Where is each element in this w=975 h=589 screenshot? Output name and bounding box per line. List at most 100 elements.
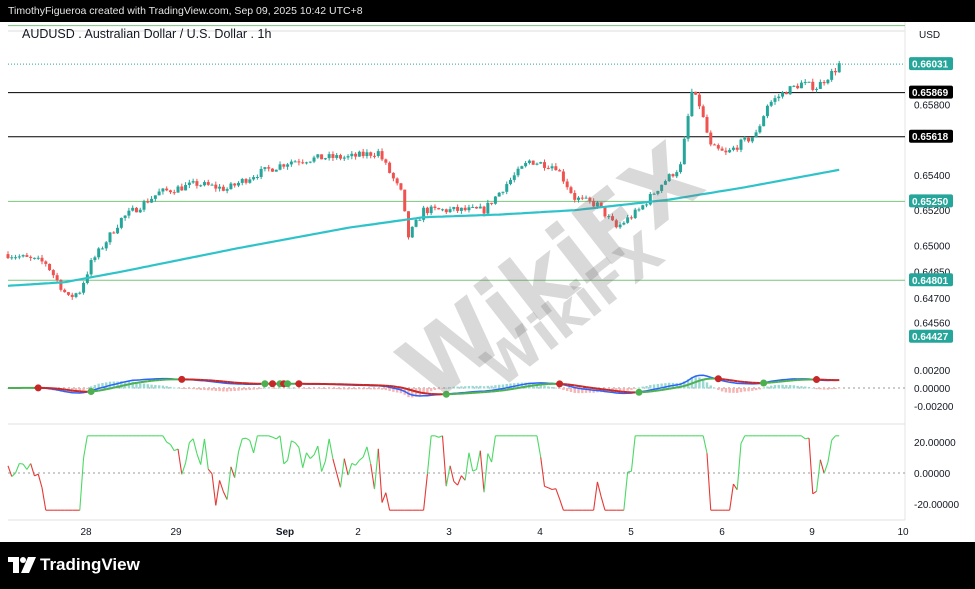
candle-body <box>539 162 543 164</box>
osc-segment <box>819 459 825 474</box>
candle-body <box>459 207 463 211</box>
osc-segment <box>479 450 485 493</box>
osc-segment <box>234 451 240 478</box>
osc-segment <box>423 473 428 511</box>
macd-histogram-bar <box>471 385 474 389</box>
candle-body <box>679 164 683 173</box>
macd-signal-segment <box>510 387 515 391</box>
candle-body <box>301 162 305 164</box>
candle-body <box>55 275 59 281</box>
candle-body <box>637 209 641 211</box>
macd-histogram-bar <box>826 388 830 390</box>
macd-histogram-bar <box>804 386 807 389</box>
osc-segment <box>287 440 292 461</box>
macd-histogram-bar <box>339 388 342 390</box>
macd-histogram-bar <box>188 388 191 390</box>
macd-tick-1: 0.00000 <box>914 384 951 395</box>
candle-body <box>765 105 769 117</box>
price-label-2: 0.65618 <box>912 132 949 143</box>
candle-body <box>569 187 573 193</box>
macd-histogram-bar <box>497 384 501 389</box>
macd-signal-segment <box>106 387 111 391</box>
macd-histogram-bar <box>762 387 765 389</box>
macd-histogram-bar <box>259 388 263 389</box>
macd-histogram-bar <box>173 387 176 389</box>
candle-body <box>225 189 229 191</box>
macd-histogram-bar <box>815 388 818 390</box>
chart-area[interactable]: AUDUSD . Australian Dollar / U.S. Dollar… <box>0 22 975 542</box>
candle-body <box>490 202 494 204</box>
macd-histogram-bar <box>207 388 210 391</box>
macd-histogram-bar <box>633 388 637 389</box>
candle-body <box>202 182 206 186</box>
macd-histogram-bar <box>433 388 437 391</box>
candle-body <box>346 156 350 158</box>
candle-body <box>221 186 225 191</box>
macd-histogram-bar <box>275 388 278 389</box>
candle-body <box>187 182 191 185</box>
macd-histogram-bar <box>698 377 701 389</box>
osc-segment <box>268 435 273 438</box>
macd-histogram-bar <box>777 384 780 389</box>
macd-signal-segment <box>423 392 428 395</box>
macd-histogram-bar <box>550 386 554 389</box>
osc-segment <box>740 435 746 444</box>
macd-histogram-bar <box>490 385 493 389</box>
macd-signal-segment <box>672 386 677 390</box>
osc-segment <box>215 480 221 506</box>
macd-signal-segment <box>404 387 409 391</box>
candle-body <box>289 161 293 165</box>
candle-body <box>100 248 104 250</box>
candle-body <box>803 81 807 83</box>
candle-body <box>32 257 36 259</box>
candle-body <box>656 190 660 194</box>
macd-histogram-bar <box>146 384 149 389</box>
osc-segment <box>162 435 168 443</box>
macd-histogram-bar <box>429 388 433 392</box>
moving-average-line <box>7 168 840 287</box>
macd-histogram-bar <box>448 387 452 389</box>
candle-body <box>168 190 172 193</box>
osc-segment <box>336 473 342 488</box>
osc-segment <box>249 440 255 454</box>
osc-segment <box>166 441 171 445</box>
macd-histogram-bar <box>838 388 841 389</box>
macd-histogram-bar <box>82 388 85 391</box>
macd-histogram-bar <box>195 388 199 390</box>
candle-body <box>316 154 320 158</box>
candle-body <box>535 163 539 165</box>
candle-body <box>611 216 615 221</box>
candle-body <box>244 179 248 183</box>
osc-segment <box>540 457 546 487</box>
macd-histogram-bar <box>758 388 762 390</box>
osc-segment <box>7 465 13 477</box>
macd-signal-segment <box>687 382 693 386</box>
macd-histogram-bar <box>766 386 769 389</box>
macd-histogram-bar <box>331 388 335 390</box>
osc-segment <box>381 492 387 503</box>
macd-histogram-bar <box>785 385 788 389</box>
osc-segment <box>441 435 447 487</box>
candle-body <box>512 175 516 180</box>
macd-histogram-bar <box>139 383 142 389</box>
macd-histogram-bar <box>350 388 354 390</box>
osc-segment <box>453 481 458 486</box>
candle-body <box>146 201 150 203</box>
candle-body <box>150 198 154 203</box>
candle-body <box>478 206 482 209</box>
osc-segment <box>222 491 228 500</box>
candle-body <box>25 255 29 257</box>
candle-body <box>743 137 747 140</box>
candle-body <box>134 207 138 213</box>
macd-signal-segment <box>578 384 583 388</box>
price-label-5: 0.64427 <box>912 332 949 343</box>
candle-body <box>558 170 562 172</box>
osc-segment <box>559 498 564 511</box>
osc-segment <box>487 453 493 463</box>
macd-histogram-bar <box>717 388 720 391</box>
chart-svg[interactable]: AUDUSD . Australian Dollar / U.S. Dollar… <box>0 22 975 542</box>
osc-segment <box>324 438 330 462</box>
osc-segment <box>321 461 326 472</box>
candle-body <box>138 209 142 213</box>
osc-segment <box>15 463 20 474</box>
